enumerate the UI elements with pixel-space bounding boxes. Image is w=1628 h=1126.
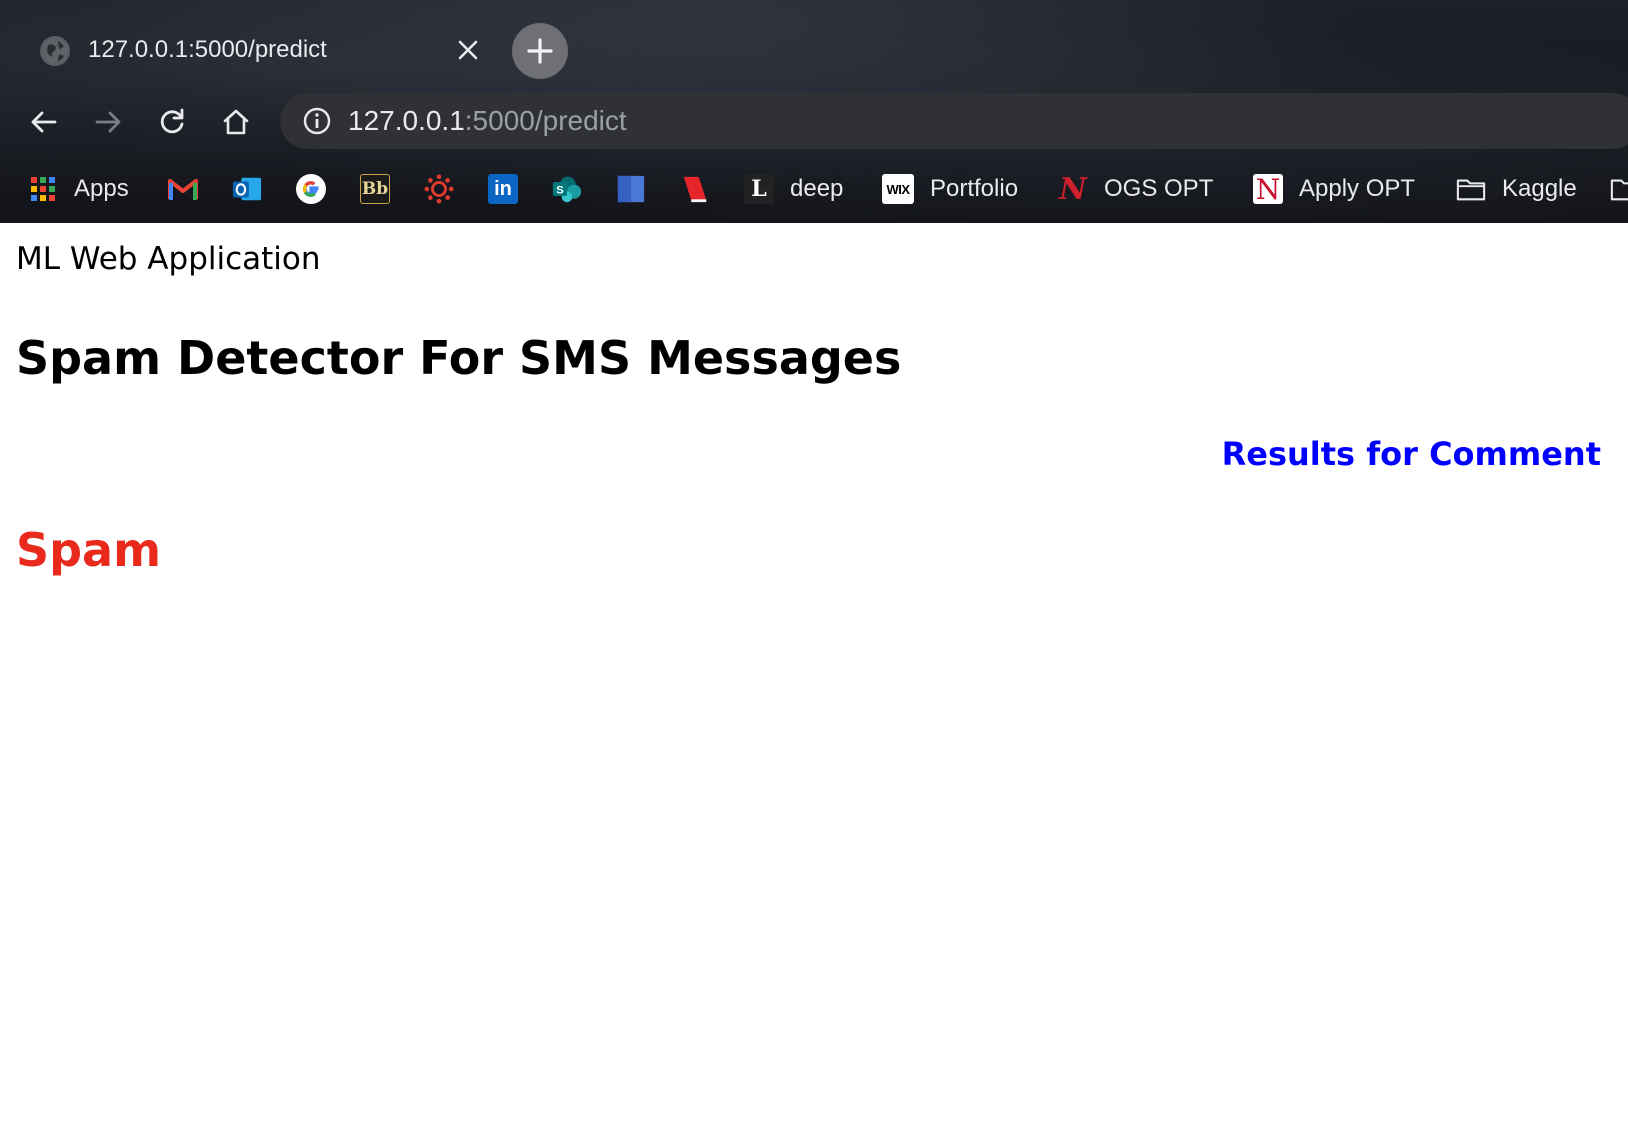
plus-icon[interactable] — [512, 23, 568, 79]
n-logo-icon: N — [1059, 171, 1087, 207]
wix-icon: WIX — [882, 174, 914, 204]
bookmark-google[interactable] — [296, 171, 326, 207]
outlook-icon — [232, 174, 262, 204]
url-host: 127.0.0.1 — [348, 105, 465, 136]
bookmarks-bar: Apps Bb in S L deep WIX Portfolio N OGS … — [0, 166, 1628, 212]
bookmark-deep[interactable]: L deep — [744, 171, 843, 207]
bookmark-blue-doc[interactable] — [616, 171, 646, 207]
svg-text:S: S — [556, 184, 564, 196]
bookmark-label: Portfolio — [930, 175, 1019, 202]
url-text[interactable]: 127.0.0.1:5000/predict — [348, 105, 627, 137]
app-title: ML Web Application — [16, 241, 321, 277]
bookmark-label: Apps — [74, 175, 129, 202]
globe-icon — [40, 36, 70, 66]
home-icon[interactable] — [214, 100, 258, 144]
bookmark-label: deep — [790, 175, 844, 202]
blue-doc-icon — [616, 174, 646, 204]
folder-icon — [1610, 174, 1628, 204]
forward-arrow-icon[interactable] — [86, 100, 130, 144]
back-arrow-icon[interactable] — [22, 100, 66, 144]
bookmark-outlook[interactable] — [232, 171, 262, 207]
blackboard-icon: Bb — [360, 174, 390, 204]
n-seal-icon: N — [1253, 173, 1283, 206]
bookmark-blackboard[interactable]: Bb — [360, 171, 390, 207]
bookmark-kaggle[interactable]: Kaggle — [1456, 171, 1577, 207]
bookmark-overflow[interactable] — [1610, 171, 1628, 207]
url-path: :5000/predict — [464, 105, 627, 136]
tab-title: 127.0.0.1:5000/predict — [88, 36, 327, 63]
prediction-result: Spam — [16, 523, 162, 577]
bookmark-red-doc[interactable] — [680, 171, 710, 207]
l-letter-icon: L — [744, 174, 774, 204]
address-bar[interactable]: 127.0.0.1:5000/predict — [280, 93, 1628, 149]
linkedin-icon: in — [488, 174, 518, 204]
apps-grid-icon — [28, 174, 58, 204]
bookmark-canvas[interactable] — [424, 171, 454, 207]
bookmark-linkedin[interactable]: in — [488, 171, 518, 207]
page-title: Spam Detector For SMS Messages — [16, 331, 902, 385]
close-icon[interactable] — [450, 32, 486, 68]
sharepoint-icon: S — [552, 174, 582, 204]
bookmark-ogs-opt[interactable]: N OGS OPT — [1058, 171, 1213, 207]
bookmark-apply-opt[interactable]: N Apply OPT — [1253, 171, 1415, 207]
canvas-icon — [424, 174, 454, 204]
browser-chrome: 127.0.0.1:5000/predict 127.0.0.1:5000/pr… — [0, 0, 1628, 223]
reload-icon[interactable] — [150, 100, 194, 144]
results-label: Results for Comment — [1221, 435, 1601, 473]
gmail-icon — [168, 174, 198, 204]
page-content: ML Web Application Spam Detector For SMS… — [0, 223, 1628, 1126]
red-doc-icon — [680, 174, 710, 204]
folder-icon — [1456, 174, 1486, 204]
bookmark-apps[interactable]: Apps — [28, 171, 129, 207]
info-icon[interactable] — [302, 106, 332, 136]
bookmark-gmail[interactable] — [168, 171, 198, 207]
bookmark-sharepoint[interactable]: S — [552, 171, 582, 207]
bookmark-label: OGS OPT — [1104, 175, 1214, 202]
browser-tab[interactable]: 127.0.0.1:5000/predict — [26, 16, 492, 86]
bookmark-label: Kaggle — [1502, 175, 1577, 202]
bookmark-label: Apply OPT — [1299, 175, 1416, 202]
bookmark-portfolio[interactable]: WIX Portfolio — [882, 171, 1018, 207]
google-icon — [296, 174, 326, 204]
